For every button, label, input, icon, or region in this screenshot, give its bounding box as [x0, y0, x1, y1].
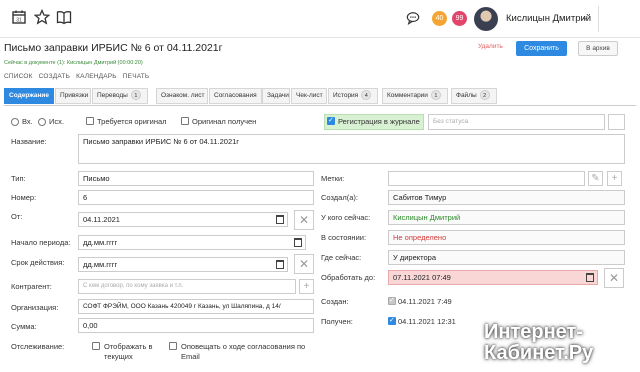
- tab-history[interactable]: История 4: [328, 88, 378, 104]
- notify-email-label: Оповещать о ходе согласования по Email: [181, 342, 306, 361]
- star-icon[interactable]: [34, 9, 50, 25]
- svg-text:31: 31: [16, 18, 22, 24]
- tab-comments[interactable]: Комментарии 1: [382, 88, 448, 104]
- notification-badge-red[interactable]: 99: [452, 11, 467, 26]
- received-value: 04.11.2021 12:31: [398, 317, 456, 326]
- divider: [4, 105, 636, 106]
- notification-badge-orange[interactable]: 40: [432, 11, 447, 26]
- holder-field: Кислицын Дмитрий: [388, 210, 625, 225]
- process-by-label: Обработать до:: [321, 273, 376, 282]
- archive-button[interactable]: В архив: [578, 41, 618, 56]
- tab-files[interactable]: Файлы 2: [451, 88, 497, 104]
- menu-list[interactable]: СПИСОК: [4, 73, 33, 80]
- doc-menu: СПИСОК СОЗДАТЬ КАЛЕНДАРЬ ПЕЧАТЬ: [4, 73, 153, 80]
- period-start-label: Начало периода:: [11, 238, 71, 247]
- original-required-checkbox[interactable]: [86, 117, 94, 125]
- number-field[interactable]: 6: [78, 190, 314, 205]
- outgoing-label: Исх.: [49, 117, 64, 126]
- journal-registration-checkbox[interactable]: [327, 116, 335, 125]
- clear-valid-until-button[interactable]: ✕: [294, 254, 314, 274]
- top-bar: 31 40 99 Кислицын Дмитрий ⌄: [0, 0, 640, 38]
- presence-status: Сейчас в документе (1): Кислицын Дмитрий…: [4, 60, 143, 66]
- tab-acquaintance[interactable]: Ознаком. лист: [156, 88, 208, 104]
- menu-create[interactable]: СОЗДАТЬ: [39, 73, 70, 80]
- menu-calendar[interactable]: КАЛЕНДАРЬ: [76, 73, 117, 80]
- calendar-icon[interactable]: 31: [11, 9, 27, 25]
- original-received-label: Оригинал получен: [192, 117, 257, 126]
- clear-from-button[interactable]: ✕: [294, 210, 314, 230]
- period-start-field[interactable]: дд.мм.гггг: [78, 235, 306, 250]
- tab-transfers[interactable]: Переводы 1: [92, 88, 148, 104]
- calendar-icon[interactable]: [276, 260, 284, 269]
- valid-until-field[interactable]: дд.мм.гггг: [78, 257, 288, 272]
- original-required-label: Требуется оригинал: [97, 117, 167, 126]
- received-label: Получен:: [321, 317, 353, 326]
- location-field: У директора: [388, 250, 625, 265]
- valid-until-label: Срок действия:: [11, 258, 65, 267]
- contractor-label: Контрагент:: [11, 282, 52, 291]
- status-extra-field[interactable]: [608, 114, 625, 130]
- journal-registration-label: Регистрация в журнале: [338, 117, 420, 126]
- incoming-radio[interactable]: [11, 118, 19, 126]
- name-field[interactable]: Письмо заправки ИРБИС № 6 от 04.11.2021г: [78, 134, 625, 164]
- calendar-icon[interactable]: [276, 215, 284, 224]
- original-received-checkbox[interactable]: [181, 117, 189, 125]
- organization-field[interactable]: СОФТ ФРЭЙМ, ООО Казань 420049 г Казань, …: [78, 299, 314, 314]
- clear-process-by-button[interactable]: ✕: [604, 268, 624, 288]
- tracking-label: Отслеживание:: [11, 342, 65, 351]
- page-title: Письмо заправки ИРБИС № 6 от 04.11.2021г: [4, 42, 223, 54]
- status-field[interactable]: Без статуса: [428, 114, 605, 130]
- tab-content[interactable]: Содержание: [4, 88, 54, 104]
- delete-button[interactable]: Удалить: [478, 43, 503, 50]
- chevron-down-icon[interactable]: ⌄: [581, 12, 589, 23]
- type-label: Тип:: [11, 174, 26, 183]
- received-checkbox[interactable]: [388, 316, 396, 325]
- tab-links[interactable]: Привязки: [55, 88, 91, 104]
- created-by-label: Создал(а):: [321, 193, 358, 202]
- show-in-current-label: Отображать в текущих: [104, 342, 153, 361]
- user-name[interactable]: Кислицын Дмитрий: [506, 13, 591, 24]
- save-button[interactable]: Сохранить: [516, 41, 567, 56]
- divider: [598, 6, 599, 32]
- holder-label: У кого сейчас:: [321, 213, 371, 222]
- created-label: Создан:: [321, 297, 349, 306]
- location-label: Где сейчас:: [321, 253, 362, 262]
- contractor-field[interactable]: С кем договор, по кому заявка и т.п.: [78, 279, 296, 294]
- type-field[interactable]: Письмо: [78, 171, 314, 186]
- menu-print[interactable]: ПЕЧАТЬ: [123, 73, 150, 80]
- avatar[interactable]: [474, 7, 498, 31]
- add-contractor-button[interactable]: +: [299, 279, 314, 294]
- edit-tags-button[interactable]: ✎: [588, 171, 603, 186]
- organization-label: Организация:: [11, 303, 59, 312]
- created-checkbox: [388, 296, 396, 305]
- book-icon[interactable]: [56, 9, 72, 25]
- created-value: 04.11.2021 7:49: [398, 297, 452, 306]
- tags-field[interactable]: [388, 171, 585, 186]
- tags-label: Метки:: [321, 174, 345, 183]
- sum-field[interactable]: 0,00: [78, 318, 314, 333]
- state-label: В состоянии:: [321, 233, 367, 242]
- name-label: Название:: [11, 137, 47, 146]
- add-tag-button[interactable]: +: [607, 171, 622, 186]
- process-by-field[interactable]: 07.11.2021 07:49: [388, 270, 598, 285]
- state-field: Не определено: [388, 230, 625, 245]
- calendar-icon[interactable]: [294, 238, 302, 247]
- calendar-icon[interactable]: [586, 273, 594, 282]
- from-date-field[interactable]: 04.11.2021: [78, 212, 288, 227]
- tab-tasks[interactable]: Задачи: [262, 88, 290, 104]
- show-in-current-checkbox[interactable]: [92, 342, 100, 350]
- sum-label: Сумма:: [11, 322, 37, 331]
- notify-email-checkbox[interactable]: [169, 342, 177, 350]
- tab-approvals[interactable]: Согласования: [209, 88, 262, 104]
- outgoing-radio[interactable]: [38, 118, 46, 126]
- created-by-field: Сабитов Тимур: [388, 190, 625, 205]
- number-label: Номер:: [11, 193, 37, 202]
- incoming-label: Вх.: [22, 117, 33, 126]
- chat-icon[interactable]: [406, 11, 420, 25]
- watermark: Интернет-Кабинет.Ру: [484, 321, 594, 364]
- tab-checklist[interactable]: Чек-лист: [291, 88, 327, 104]
- from-label: От:: [11, 212, 23, 221]
